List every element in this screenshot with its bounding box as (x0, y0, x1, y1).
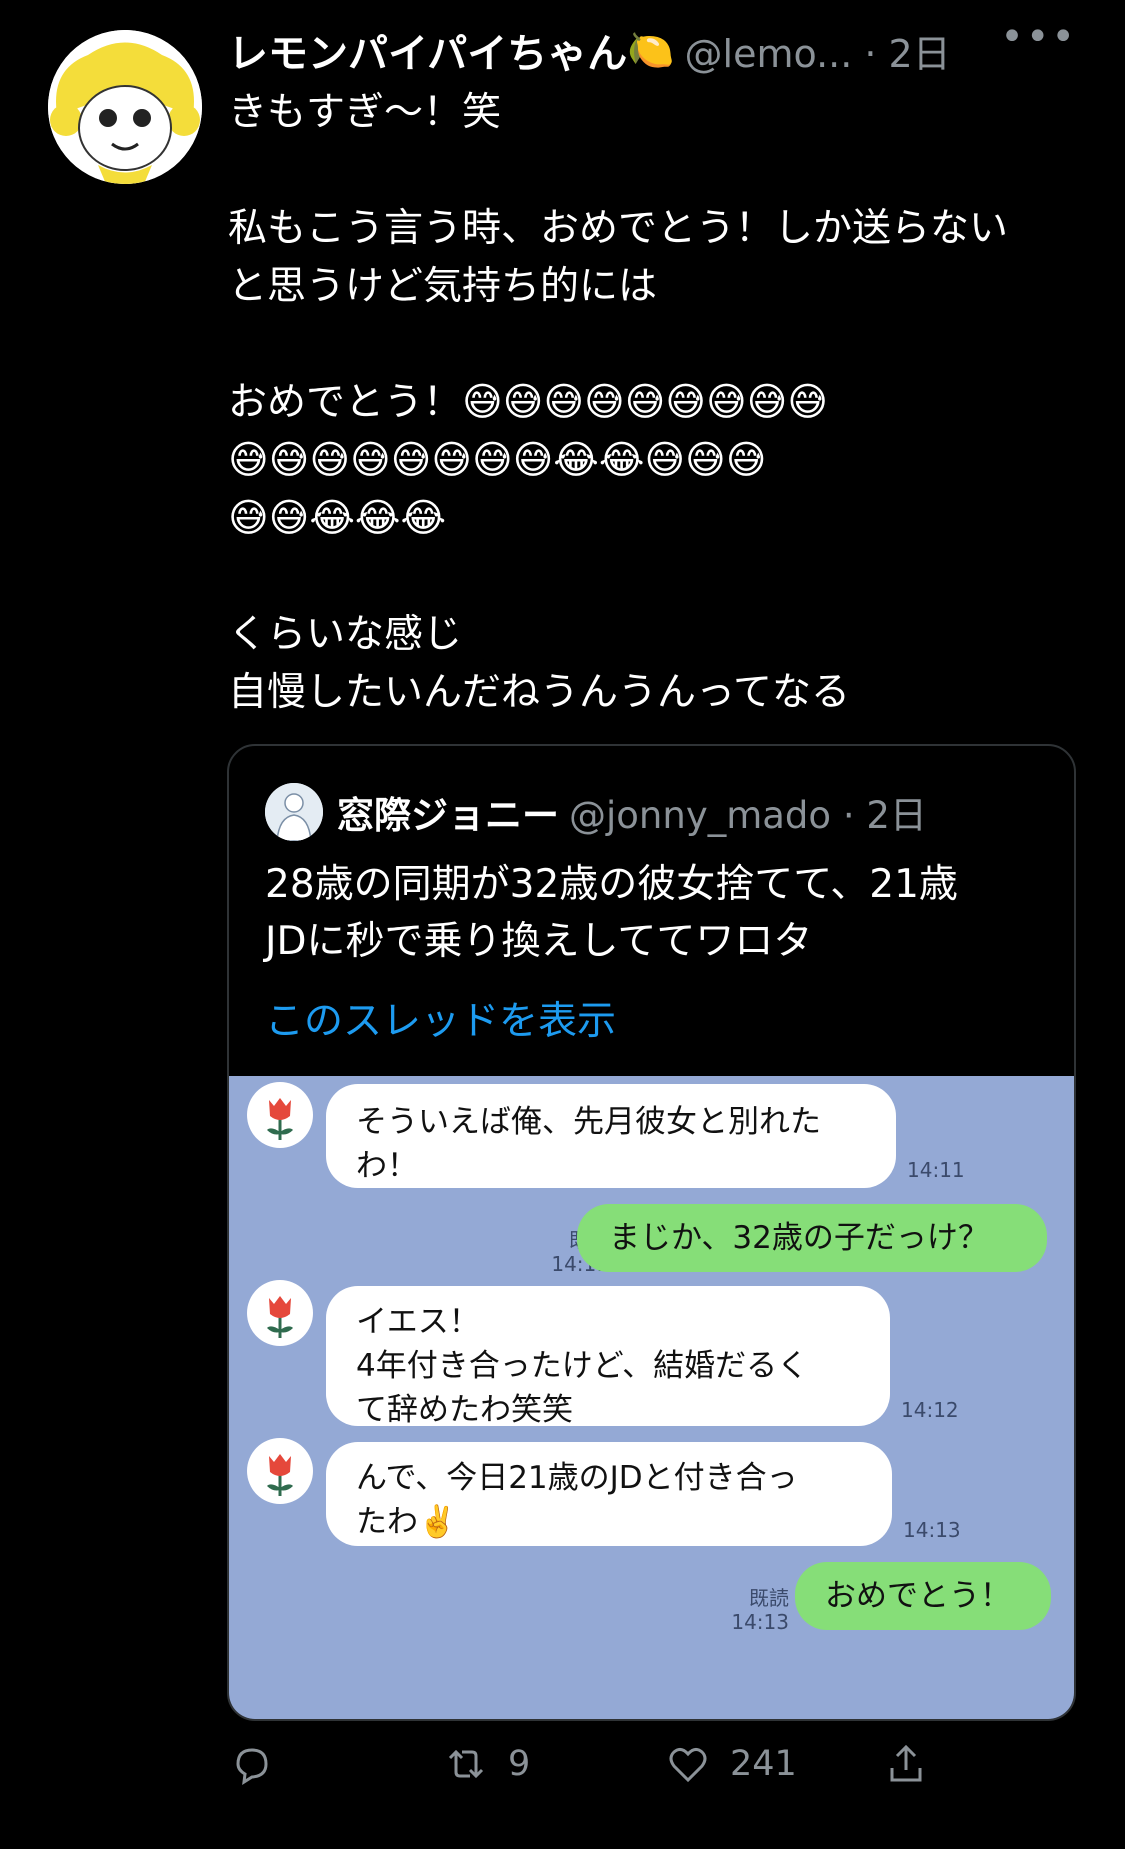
chat-screenshot-image[interactable]: そういえば俺、先月彼女と別れた わ！ 14:11 既読 14:11 まじか、32… (229, 1076, 1074, 1719)
author-avatar[interactable] (48, 30, 202, 184)
like-count: 241 (730, 1744, 797, 1784)
retweet-count: 9 (508, 1744, 531, 1784)
message-time: 14:13 (903, 1518, 961, 1542)
tweet-header: レモンパイパイちゃん 🍋 @lemo... · 2日 (228, 22, 1125, 78)
chat-message-received: そういえば俺、先月彼女と別れた わ！ (326, 1084, 896, 1188)
heart-icon (669, 1747, 707, 1783)
tulip-avatar-icon (247, 1082, 313, 1148)
message-time: 14:13 (731, 1610, 789, 1634)
message-time: 14:12 (901, 1398, 959, 1422)
message-time: 14:11 (907, 1158, 965, 1182)
quoted-author-avatar (265, 783, 323, 841)
reply-icon (236, 1748, 268, 1785)
chat-message-sent: まじか、32歳の子だっけ？ (577, 1204, 1047, 1272)
chat-message-received: んで、今日21歳のJDと付き合っ たわ✌️ (326, 1442, 892, 1546)
share-icon (890, 1744, 922, 1782)
like-button[interactable]: 241 (664, 1740, 797, 1788)
quoted-tweet-header: 窓際ジョニー @jonny_mado · 2日 (265, 782, 927, 842)
chat-message-received: イエス！ 4年付き合ったけど、結婚だるく て辞めたわ笑笑 (326, 1286, 890, 1428)
author-handle-time[interactable]: @lemo... · 2日 (685, 23, 951, 78)
tweet-actions: 9 241 (228, 1740, 1125, 1810)
lemon-emoji: 🍋 (627, 27, 675, 72)
quoted-tweet[interactable]: 窓際ジョニー @jonny_mado · 2日 28歳の同期が32歳の彼女捨てて… (227, 744, 1076, 1721)
read-receipt: 既読 (749, 1586, 789, 1610)
reply-button[interactable] (228, 1740, 294, 1788)
retweet-button[interactable]: 9 (442, 1740, 530, 1788)
quoted-tweet-text: 28歳の同期が32歳の彼女捨てて、21歳 JDに秒で乗り換えしててワロタ (265, 862, 958, 964)
retweet-icon (448, 1749, 484, 1779)
tulip-avatar-icon (247, 1438, 313, 1504)
show-thread-link[interactable]: このスレッドを表示 (265, 990, 616, 1046)
quoted-author-name[interactable]: 窓際ジョニー (337, 785, 559, 839)
more-options-icon[interactable]: ••• (1000, 14, 1077, 60)
author-name[interactable]: レモンパイパイちゃん (228, 21, 627, 79)
quoted-author-handle-time[interactable]: @jonny_mado · 2日 (569, 785, 927, 839)
tulip-avatar-icon (247, 1280, 313, 1346)
chat-message-sent: おめでとう！ (795, 1562, 1051, 1630)
share-button[interactable] (882, 1740, 948, 1788)
tweet-text: きもすぎ〜！笑 私もこう言う時、おめでとう！しか送らない と思うけど気持ち的には… (228, 90, 1009, 715)
